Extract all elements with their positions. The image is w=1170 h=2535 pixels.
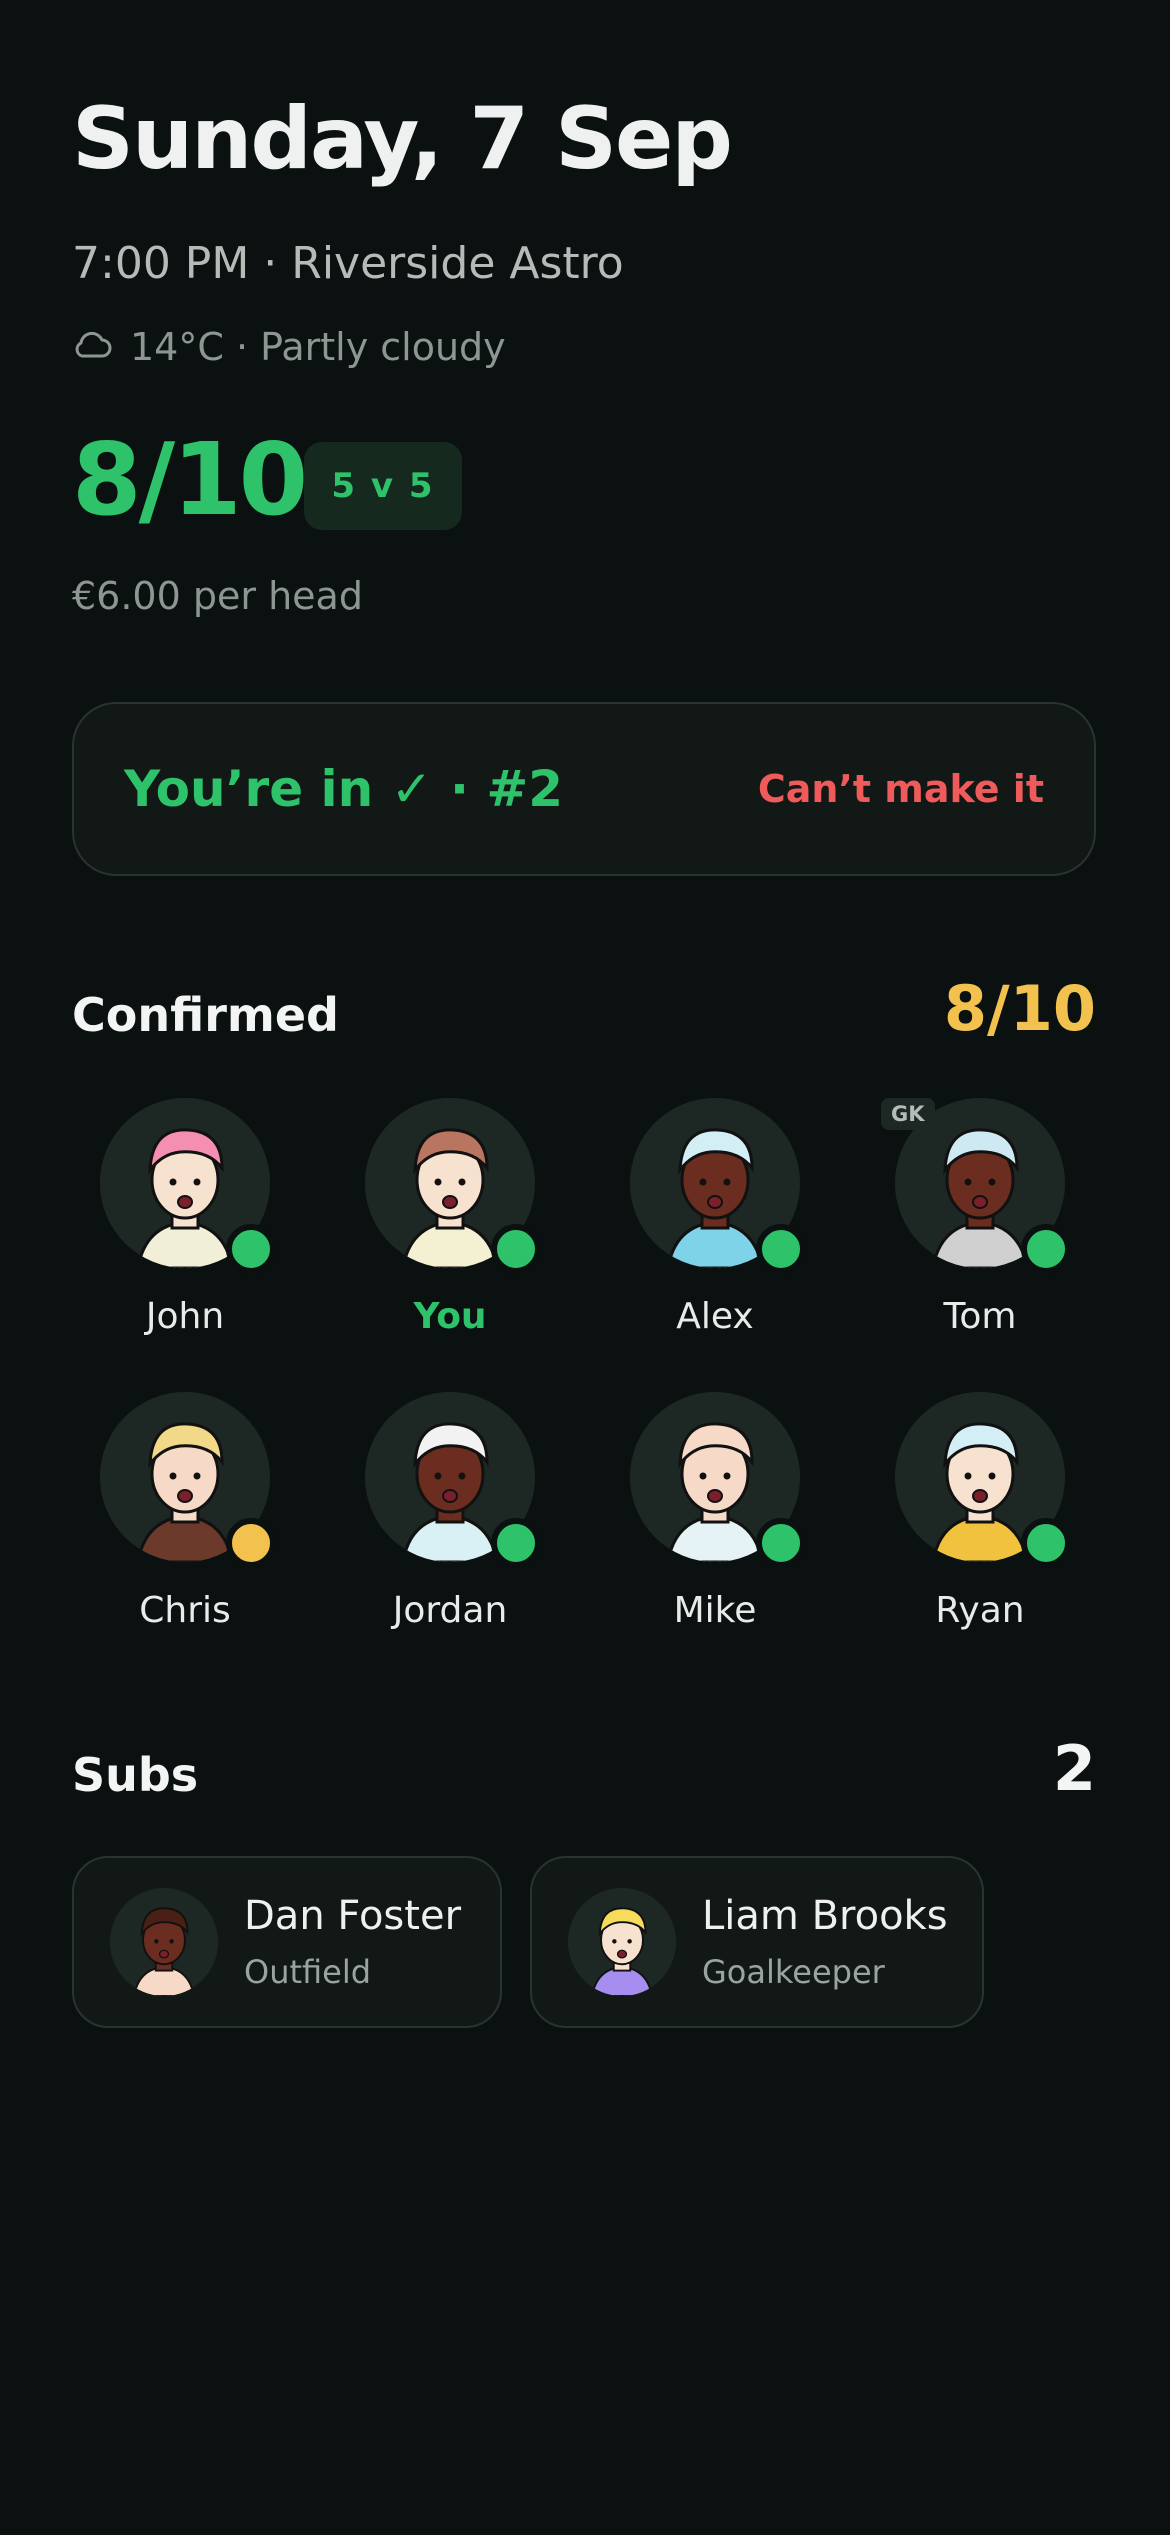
- avatar: [365, 1392, 541, 1568]
- rsvp-status-card: You’re in ✓ · #2 Can’t make it: [72, 702, 1096, 876]
- avatar: [630, 1098, 806, 1274]
- player-mike[interactable]: Mike: [605, 1392, 825, 1631]
- avatar: [895, 1392, 1071, 1568]
- sub-card[interactable]: Dan Foster Outfield: [72, 1856, 502, 2028]
- player-name: Mike: [673, 1590, 757, 1631]
- cant-make-it-button[interactable]: Can’t make it: [758, 704, 1044, 874]
- avatar: GK: [881, 1098, 1071, 1274]
- player-you[interactable]: You: [340, 1098, 560, 1337]
- player-tom[interactable]: GK Tom: [870, 1098, 1090, 1337]
- player-name: Tom: [943, 1296, 1017, 1337]
- status-dot: [756, 1224, 806, 1274]
- player-name: Alex: [676, 1296, 754, 1337]
- sub-name: Liam Brooks: [702, 1893, 948, 1939]
- youre-in-status: You’re in ✓ · #2: [124, 760, 564, 818]
- player-name: John: [145, 1296, 225, 1337]
- confirmed-section-title: Confirmed: [72, 988, 339, 1042]
- confirmed-count: 8/10: [943, 972, 1096, 1045]
- sub-name: Dan Foster: [244, 1893, 462, 1939]
- subs-count: 2: [1052, 1732, 1096, 1805]
- status-dot: [226, 1518, 276, 1568]
- cloud-icon: [72, 325, 112, 369]
- status-dot: [491, 1518, 541, 1568]
- player-name: Jordan: [392, 1590, 508, 1631]
- player-name: Ryan: [935, 1590, 1025, 1631]
- avatar: [630, 1392, 806, 1568]
- status-dot: [1021, 1224, 1071, 1274]
- avatar: [365, 1098, 541, 1274]
- status-dot: [226, 1224, 276, 1274]
- player-name: You: [413, 1296, 487, 1337]
- page-title: Sunday, 7 Sep: [72, 89, 733, 189]
- player-name: Chris: [139, 1590, 231, 1631]
- goalkeeper-badge: GK: [881, 1098, 935, 1130]
- avatar: [100, 1098, 276, 1274]
- player-jordan[interactable]: Jordan: [340, 1392, 560, 1631]
- sub-role: Outfield: [244, 1953, 372, 1991]
- price-per-head: €6.00 per head: [72, 574, 363, 618]
- player-count: 8/10: [72, 421, 308, 538]
- status-dot: [491, 1224, 541, 1274]
- status-dot: [1021, 1518, 1071, 1568]
- sub-card[interactable]: Liam Brooks Goalkeeper: [530, 1856, 984, 2028]
- player-john[interactable]: John: [75, 1098, 295, 1337]
- weather-row: 14°C · Partly cloudy: [72, 325, 506, 369]
- player-ryan[interactable]: Ryan: [870, 1392, 1090, 1631]
- time-location: 7:00 PM · Riverside Astro: [72, 238, 624, 289]
- avatar: [100, 1392, 276, 1568]
- sub-role: Goalkeeper: [702, 1953, 885, 1991]
- avatar: [568, 1888, 676, 1996]
- avatar: [110, 1888, 218, 1996]
- player-chris[interactable]: Chris: [75, 1392, 295, 1631]
- format-badge: 5 v 5: [304, 442, 462, 530]
- subs-section-title: Subs: [72, 1748, 199, 1802]
- player-alex[interactable]: Alex: [605, 1098, 825, 1337]
- weather-text: 14°C · Partly cloudy: [130, 325, 506, 369]
- status-dot: [756, 1518, 806, 1568]
